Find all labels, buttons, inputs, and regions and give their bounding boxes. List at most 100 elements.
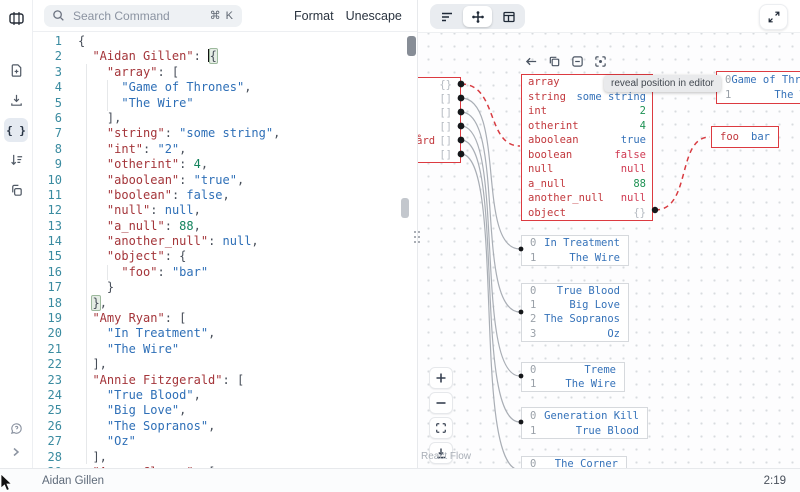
unescape-button[interactable]: Unescape [340, 5, 408, 27]
editor-overview-marker [401, 198, 409, 218]
graph-view-button[interactable] [463, 6, 492, 27]
editor-line[interactable]: 19 "Amy Ryan": [ [32, 311, 417, 326]
braces-icon[interactable]: { } [4, 118, 28, 142]
sidebar: { } [0, 0, 33, 468]
editor-line[interactable]: 17 } [32, 280, 417, 295]
node-toolbar [524, 54, 608, 69]
editor-line[interactable]: 3 "array": [ [32, 65, 417, 80]
topbar: ⌘ K Format Unescape [32, 0, 417, 32]
import-icon[interactable] [4, 88, 28, 112]
line-number: 9 [32, 157, 62, 172]
line-number: 16 [32, 265, 62, 280]
fullscreen-button[interactable] [759, 4, 788, 30]
list-view-button[interactable] [432, 6, 461, 27]
line-number: 11 [32, 188, 62, 203]
graph-controls [429, 367, 453, 464]
new-file-icon[interactable] [4, 58, 28, 82]
editor-line[interactable]: 2 "Aidan Gillen": { [32, 49, 417, 64]
line-number: 7 [32, 126, 62, 141]
editor-code: 1{2 "Aidan Gillen": {3 "array": [4 "Game… [32, 32, 417, 468]
editor-line[interactable]: 22 ], [32, 357, 417, 372]
editor-line[interactable]: 13 "a_null": 88, [32, 219, 417, 234]
line-number: 20 [32, 326, 62, 341]
editor-line[interactable]: 16 "foo": "bar" [32, 265, 417, 280]
filter-transform-icon[interactable] [4, 148, 28, 172]
line-number: 6 [32, 111, 62, 126]
search-icon [52, 9, 65, 22]
editor-line[interactable]: 21 "The Wire" [32, 342, 417, 357]
line-number: 8 [32, 142, 62, 157]
editor-line[interactable]: 10 "aboolean": "true", [32, 173, 417, 188]
statusbar: Aidan Gillen 2:19 [0, 468, 800, 492]
editor-line[interactable]: 20 "In Treatment", [32, 326, 417, 341]
focus-node-icon[interactable] [593, 54, 608, 69]
line-number: 2 [32, 49, 62, 64]
line-number: 17 [32, 280, 62, 295]
search-shortcut: ⌘ K [210, 9, 234, 22]
mouse-cursor [0, 474, 14, 492]
view-toggle [430, 4, 525, 29]
line-number: 26 [32, 419, 62, 434]
line-number: 28 [32, 450, 62, 465]
editor-line[interactable]: 28 ], [32, 450, 417, 465]
line-number: 19 [32, 311, 62, 326]
line-number: 14 [32, 234, 62, 249]
help-bubble-icon[interactable] [4, 416, 28, 440]
editor-line[interactable]: 25 "Big Love", [32, 403, 417, 418]
line-number: 3 [32, 65, 62, 80]
editor-line[interactable]: 26 "The Sopranos", [32, 419, 417, 434]
line-number: 27 [32, 434, 62, 449]
editor-line[interactable]: 6 ], [32, 111, 417, 126]
line-number: 10 [32, 173, 62, 188]
line-number: 18 [32, 296, 62, 311]
editor-line[interactable]: 14 "another_null": null, [32, 234, 417, 249]
line-number: 5 [32, 96, 62, 111]
editor-line[interactable]: 4 "Game of Thrones", [32, 80, 417, 95]
editor-line[interactable]: 12 "null": null, [32, 203, 417, 218]
line-number: 23 [32, 373, 62, 388]
status-time: 2:19 [764, 475, 786, 487]
editor-line[interactable]: 24 "True Blood", [32, 388, 417, 403]
editor-line[interactable]: 9 "otherint": 4, [32, 157, 417, 172]
editor-line[interactable]: 23 "Annie Fitzgerald": [ [32, 373, 417, 388]
line-number: 21 [32, 342, 62, 357]
duplicate-nodes-icon[interactable] [4, 178, 28, 202]
line-number: 22 [32, 357, 62, 372]
format-button[interactable]: Format [288, 5, 340, 27]
tooltip: reveal position in editor [604, 75, 721, 92]
app-root: { } ⌘ K Format Unescape [0, 0, 800, 492]
line-number: 4 [32, 80, 62, 95]
graph-handles [418, 0, 800, 468]
line-number: 12 [32, 203, 62, 218]
editor-scrollbar-thumb[interactable] [407, 36, 416, 56]
editor-line[interactable]: 18 }, [32, 296, 417, 311]
logo-icon [4, 6, 28, 30]
editor-line[interactable]: 11 "boolean": false, [32, 188, 417, 203]
editor-line[interactable]: 7 "string": "some string", [32, 126, 417, 141]
line-number: 25 [32, 403, 62, 418]
line-number: 15 [32, 249, 62, 264]
breadcrumb: Aidan Gillen [42, 475, 104, 487]
editor-line[interactable]: 5 "The Wire" [32, 96, 417, 111]
panel-resize-grip[interactable] [411, 229, 424, 247]
json-editor[interactable]: 1{2 "Aidan Gillen": {3 "array": [4 "Game… [32, 32, 417, 468]
graph-panel[interactable]: Aidan Gillen{}Amy Ryan[]Annie Fitzgerald… [418, 0, 800, 468]
table-view-button[interactable] [494, 6, 523, 27]
copy-node-icon[interactable] [547, 54, 562, 69]
search-box[interactable]: ⌘ K [44, 5, 242, 27]
line-number: 13 [32, 219, 62, 234]
search-input[interactable] [71, 8, 193, 24]
line-number: 1 [32, 34, 62, 49]
fit-view-button[interactable] [429, 417, 453, 439]
editor-line[interactable]: 8 "int": "2", [32, 142, 417, 157]
editor-line[interactable]: 27 "Oz" [32, 434, 417, 449]
reactflow-attribution: React Flow [421, 451, 471, 462]
collapse-node-icon[interactable] [570, 54, 585, 69]
back-arrow-icon[interactable] [524, 54, 539, 69]
zoom-out-button[interactable] [429, 392, 453, 414]
zoom-in-button[interactable] [429, 367, 453, 389]
editor-line[interactable]: 15 "object": { [32, 249, 417, 264]
chevron-right-icon[interactable] [4, 440, 28, 464]
line-number: 24 [32, 388, 62, 403]
editor-line[interactable]: 1{ [32, 34, 417, 49]
